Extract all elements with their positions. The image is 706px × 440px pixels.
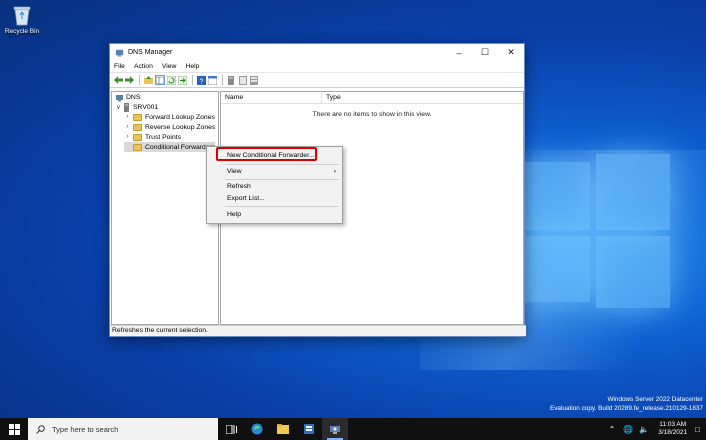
- refresh-icon[interactable]: [166, 75, 176, 85]
- chevron-up-icon[interactable]: ⌃: [609, 425, 616, 434]
- recycle-bin-icon: [12, 4, 32, 26]
- collapse-chevron-icon[interactable]: ∨: [115, 104, 122, 111]
- expand-chevron-icon[interactable]: ›: [124, 134, 131, 140]
- menu-view[interactable]: View: [162, 63, 177, 70]
- menu-action[interactable]: Action: [134, 63, 153, 70]
- clock-date: 3/18/2021: [658, 429, 688, 436]
- folder-icon: [133, 143, 142, 151]
- tree-label: Forward Lookup Zones: [145, 113, 215, 121]
- recycle-bin[interactable]: Recycle Bin: [2, 4, 42, 35]
- taskbar: Type here to search ⌃ 🌐 🔈 11:03 AM 3/18/…: [0, 418, 706, 440]
- column-type[interactable]: Type: [322, 92, 366, 103]
- title-bar[interactable]: DNS Manager – ☐ ✕: [110, 44, 524, 61]
- recycle-bin-label: Recycle Bin: [4, 28, 40, 35]
- server-icon[interactable]: [226, 75, 236, 85]
- tree-label: Reverse Lookup Zones: [145, 123, 216, 131]
- menu-item-view-label: View: [227, 168, 242, 175]
- window-title: DNS Manager: [128, 49, 173, 56]
- toolbar-separator: [192, 75, 193, 85]
- watermark-edition: Windows Server 2022 Datacenter: [607, 396, 703, 403]
- server-manager-icon: [304, 424, 314, 434]
- os-watermark: Windows Server 2022 Datacenter Evaluatio…: [550, 396, 703, 413]
- file-explorer-taskbar-button[interactable]: [270, 418, 296, 440]
- tree-label-dns: DNS: [126, 93, 141, 101]
- menu-separator: [225, 206, 339, 207]
- dns-taskbar-icon: [330, 426, 340, 434]
- menu-help[interactable]: Help: [185, 63, 199, 70]
- expand-chevron-icon[interactable]: ›: [124, 124, 131, 130]
- zone-icon[interactable]: [238, 75, 248, 85]
- tree-label: Conditional Forwarders: [145, 143, 216, 151]
- dns-manager-taskbar-button[interactable]: [322, 418, 348, 440]
- menu-item-view[interactable]: View ›: [207, 166, 342, 177]
- edge-taskbar-button[interactable]: [244, 418, 270, 440]
- highlight-box: [216, 147, 317, 161]
- menu-file[interactable]: File: [114, 63, 125, 70]
- toolbar-separator: [139, 75, 140, 85]
- speaker-icon[interactable]: 🔈: [639, 425, 649, 434]
- tree-label: Trust Points: [145, 133, 182, 141]
- tree-node-forward-lookup-zones[interactable]: › Forward Lookup Zones: [124, 112, 215, 122]
- menu-separator: [225, 179, 339, 180]
- submenu-arrow-icon: ›: [333, 168, 336, 175]
- system-tray: ⌃ 🌐 🔈 11:03 AM 3/18/2021 □: [604, 418, 706, 440]
- tree-label-server: SRV001: [133, 103, 159, 111]
- toolbar-separator: [222, 75, 223, 85]
- expand-chevron-icon[interactable]: ›: [124, 114, 131, 120]
- back-arrow-icon[interactable]: [113, 75, 123, 85]
- notifications-icon[interactable]: □: [695, 425, 700, 434]
- record-icon[interactable]: [249, 75, 259, 85]
- show-hide-tree-icon[interactable]: [154, 75, 165, 85]
- up-folder-icon[interactable]: [143, 75, 153, 85]
- status-bar: Refreshes the current selection.: [110, 325, 526, 336]
- windows-logo-graphic: [520, 150, 670, 310]
- properties-icon[interactable]: [208, 75, 218, 85]
- folder-icon: [133, 123, 142, 131]
- file-explorer-icon: [277, 424, 289, 434]
- tree-node-trust-points[interactable]: › Trust Points: [124, 132, 181, 142]
- empty-message: There are no items to show in this view.: [312, 111, 432, 118]
- column-header: Name Type: [221, 92, 523, 104]
- server-manager-taskbar-button[interactable]: [296, 418, 322, 440]
- tree-node-reverse-lookup-zones[interactable]: › Reverse Lookup Zones: [124, 122, 215, 132]
- folder-icon: [133, 133, 142, 141]
- close-button[interactable]: ✕: [498, 44, 524, 61]
- menu-item-export-list[interactable]: Export List...: [207, 193, 342, 204]
- tree-node-dns[interactable]: DNS: [115, 92, 140, 102]
- search-icon: [36, 424, 45, 434]
- taskbar-search-box[interactable]: Type here to search: [28, 418, 218, 440]
- console-tree: DNS ∨ SRV001 › Forward Lookup Zones › Re…: [111, 91, 219, 325]
- start-button[interactable]: [0, 418, 28, 440]
- minimize-button[interactable]: –: [446, 44, 472, 61]
- server-node-icon: [124, 102, 129, 112]
- menu-item-help[interactable]: Help: [207, 209, 342, 220]
- edge-browser-icon: [251, 423, 263, 435]
- menu-separator: [225, 164, 339, 165]
- windows-start-icon: [8, 423, 20, 435]
- help-icon[interactable]: ?: [196, 75, 206, 85]
- menu-bar: File Action View Help: [110, 61, 524, 72]
- dns-icon: [116, 94, 123, 101]
- tree-node-conditional-forwarders[interactable]: Conditional Forwarders: [124, 142, 216, 152]
- maximize-button[interactable]: ☐: [472, 44, 498, 61]
- task-view-button[interactable]: [218, 418, 244, 440]
- dns-manager-app-icon: [115, 49, 124, 57]
- search-placeholder: Type here to search: [52, 424, 119, 434]
- column-name[interactable]: Name: [221, 92, 322, 103]
- export-list-icon[interactable]: [178, 75, 188, 85]
- tree-node-server[interactable]: ∨ SRV001: [115, 102, 158, 112]
- toolbar: ?: [110, 72, 524, 88]
- folder-icon: [133, 113, 142, 121]
- forward-arrow-icon[interactable]: [125, 75, 135, 85]
- clock-time: 11:03 AM: [659, 421, 687, 428]
- network-icon[interactable]: 🌐: [623, 425, 633, 434]
- clock[interactable]: 11:03 AM 3/18/2021: [658, 421, 687, 437]
- svg-text:?: ?: [199, 78, 203, 85]
- task-view-icon: [225, 424, 237, 434]
- menu-item-refresh[interactable]: Refresh: [207, 181, 342, 192]
- watermark-build: Evaluation copy. Build 20289.fe_release.…: [549, 404, 703, 412]
